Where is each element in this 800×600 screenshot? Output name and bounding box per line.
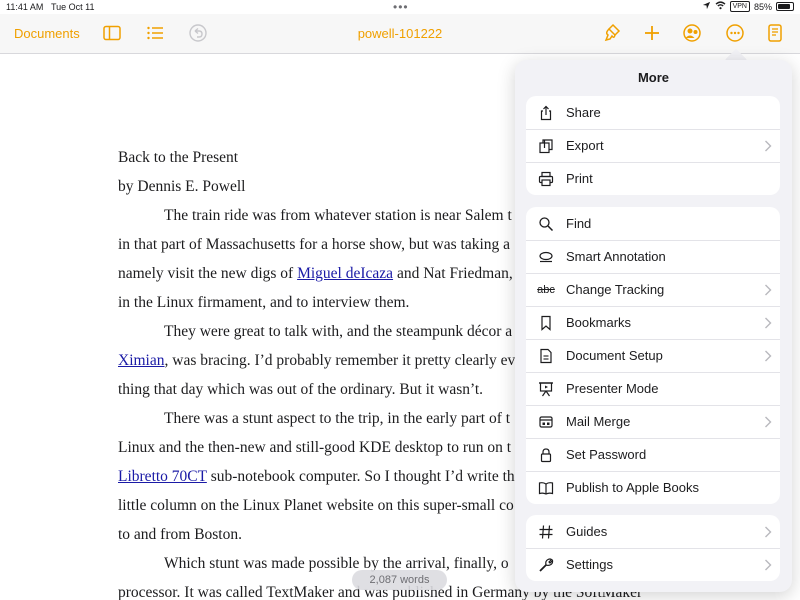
more-icon[interactable]: [722, 20, 748, 46]
status-bar: 11:41 AM Tue Oct 11 ••• VPN 85%: [0, 0, 800, 14]
undo-icon[interactable]: [185, 20, 211, 46]
menu-group-tools: Find Smart Annotation abc Change Trackin…: [526, 207, 780, 504]
menu-item-label: Bookmarks: [566, 315, 632, 330]
link-libretto[interactable]: Libretto 70CT: [118, 468, 207, 485]
battery-icon: [776, 2, 794, 11]
menu-item-label: Publish to Apple Books: [566, 480, 699, 495]
menu-item-publish-apple-books[interactable]: Publish to Apple Books: [526, 471, 780, 504]
popover-title: More: [637, 70, 670, 85]
smart-annotation-icon: [526, 249, 566, 265]
menu-item-settings[interactable]: Settings: [526, 548, 780, 581]
search-icon: [526, 216, 566, 232]
status-time: 11:41 AM: [6, 2, 44, 12]
share-icon: [526, 105, 566, 121]
paintbrush-icon[interactable]: [599, 20, 625, 46]
chevron-right-icon: [756, 416, 780, 428]
chevron-right-icon: [756, 140, 780, 152]
menu-item-label: Document Setup: [566, 348, 663, 363]
chevron-right-icon: [756, 284, 780, 296]
status-date: Tue Oct 11: [51, 2, 95, 12]
guides-icon: [526, 524, 566, 540]
location-icon: [702, 1, 711, 12]
battery-percent: 85%: [753, 1, 772, 12]
mail-merge-icon: [526, 414, 566, 430]
sidebar-icon[interactable]: [99, 20, 125, 46]
menu-item-guides[interactable]: Guides: [526, 515, 780, 548]
menu-item-label: Share: [566, 105, 601, 120]
menu-item-label: Presenter Mode: [566, 381, 659, 396]
menu-item-label: Set Password: [566, 447, 647, 462]
lock-icon: [526, 447, 566, 463]
menu-item-find[interactable]: Find: [526, 207, 780, 240]
list-icon[interactable]: [142, 20, 168, 46]
vpn-badge: VPN: [729, 1, 750, 12]
plus-icon[interactable]: [639, 20, 665, 46]
toolbar: Documents powell-101222: [0, 14, 800, 54]
status-indicators: VPN 85%: [702, 1, 794, 12]
menu-item-label: Change Tracking: [566, 282, 665, 297]
menu-item-label: Guides: [566, 524, 608, 539]
doc-text-run: sub-notebook computer. So I thought I’d …: [206, 468, 515, 485]
documents-button[interactable]: Documents: [14, 20, 80, 46]
document-title[interactable]: powell-101222: [300, 26, 500, 41]
multitasking-dots[interactable]: •••: [393, 0, 409, 14]
export-icon: [526, 138, 566, 154]
menu-group-settings: Guides Settings: [526, 515, 780, 581]
menu-item-bookmarks[interactable]: Bookmarks: [526, 306, 780, 339]
wrench-icon: [526, 557, 566, 573]
menu-group-share: Share Export Print: [526, 96, 780, 195]
battery-level: [778, 4, 790, 9]
chevron-right-icon: [756, 317, 780, 329]
menu-item-export[interactable]: Export: [526, 129, 780, 162]
menu-item-share[interactable]: Share: [526, 96, 780, 129]
doc-text-run: namely visit the new digs of: [118, 265, 298, 282]
menu-item-label: Smart Annotation: [566, 249, 666, 264]
link-miguel-deicaza[interactable]: Miguel deIcaza: [297, 265, 393, 282]
menu-item-presenter-mode[interactable]: Presenter Mode: [526, 372, 780, 405]
menu-item-label: Find: [566, 216, 592, 231]
document-setup-icon: [526, 348, 566, 364]
menu-item-label: Export: [566, 138, 604, 153]
doc-text-run: , was bracing. I’d probably remember it …: [164, 352, 516, 369]
menu-item-document-setup[interactable]: Document Setup: [526, 339, 780, 372]
menu-item-label: Print: [566, 171, 593, 186]
print-icon: [526, 171, 566, 187]
menu-item-print[interactable]: Print: [526, 162, 780, 195]
doc-text-run: and Nat Friedman,: [393, 265, 513, 282]
menu-item-change-tracking[interactable]: abc Change Tracking: [526, 273, 780, 306]
wifi-icon: [715, 1, 726, 12]
change-tracking-icon: abc: [537, 283, 555, 296]
bookmark-icon: [526, 315, 566, 331]
chevron-right-icon: [756, 559, 780, 571]
chevron-right-icon: [756, 526, 780, 538]
word-count-badge[interactable]: 2,087 words: [352, 570, 447, 590]
chevron-right-icon: [756, 350, 780, 362]
link-ximian[interactable]: Ximian: [118, 352, 165, 369]
collaborate-icon[interactable]: [679, 20, 705, 46]
menu-item-set-password[interactable]: Set Password: [526, 438, 780, 471]
book-icon: [526, 480, 566, 496]
menu-item-mail-merge[interactable]: Mail Merge: [526, 405, 780, 438]
menu-item-smart-annotation[interactable]: Smart Annotation: [526, 240, 780, 273]
menu-item-label: Mail Merge: [566, 414, 631, 429]
document-icon[interactable]: [762, 20, 788, 46]
menu-item-label: Settings: [566, 557, 613, 572]
presenter-icon: [526, 381, 566, 397]
more-popover: More Share Export Print Find Smart Annot…: [515, 60, 792, 592]
